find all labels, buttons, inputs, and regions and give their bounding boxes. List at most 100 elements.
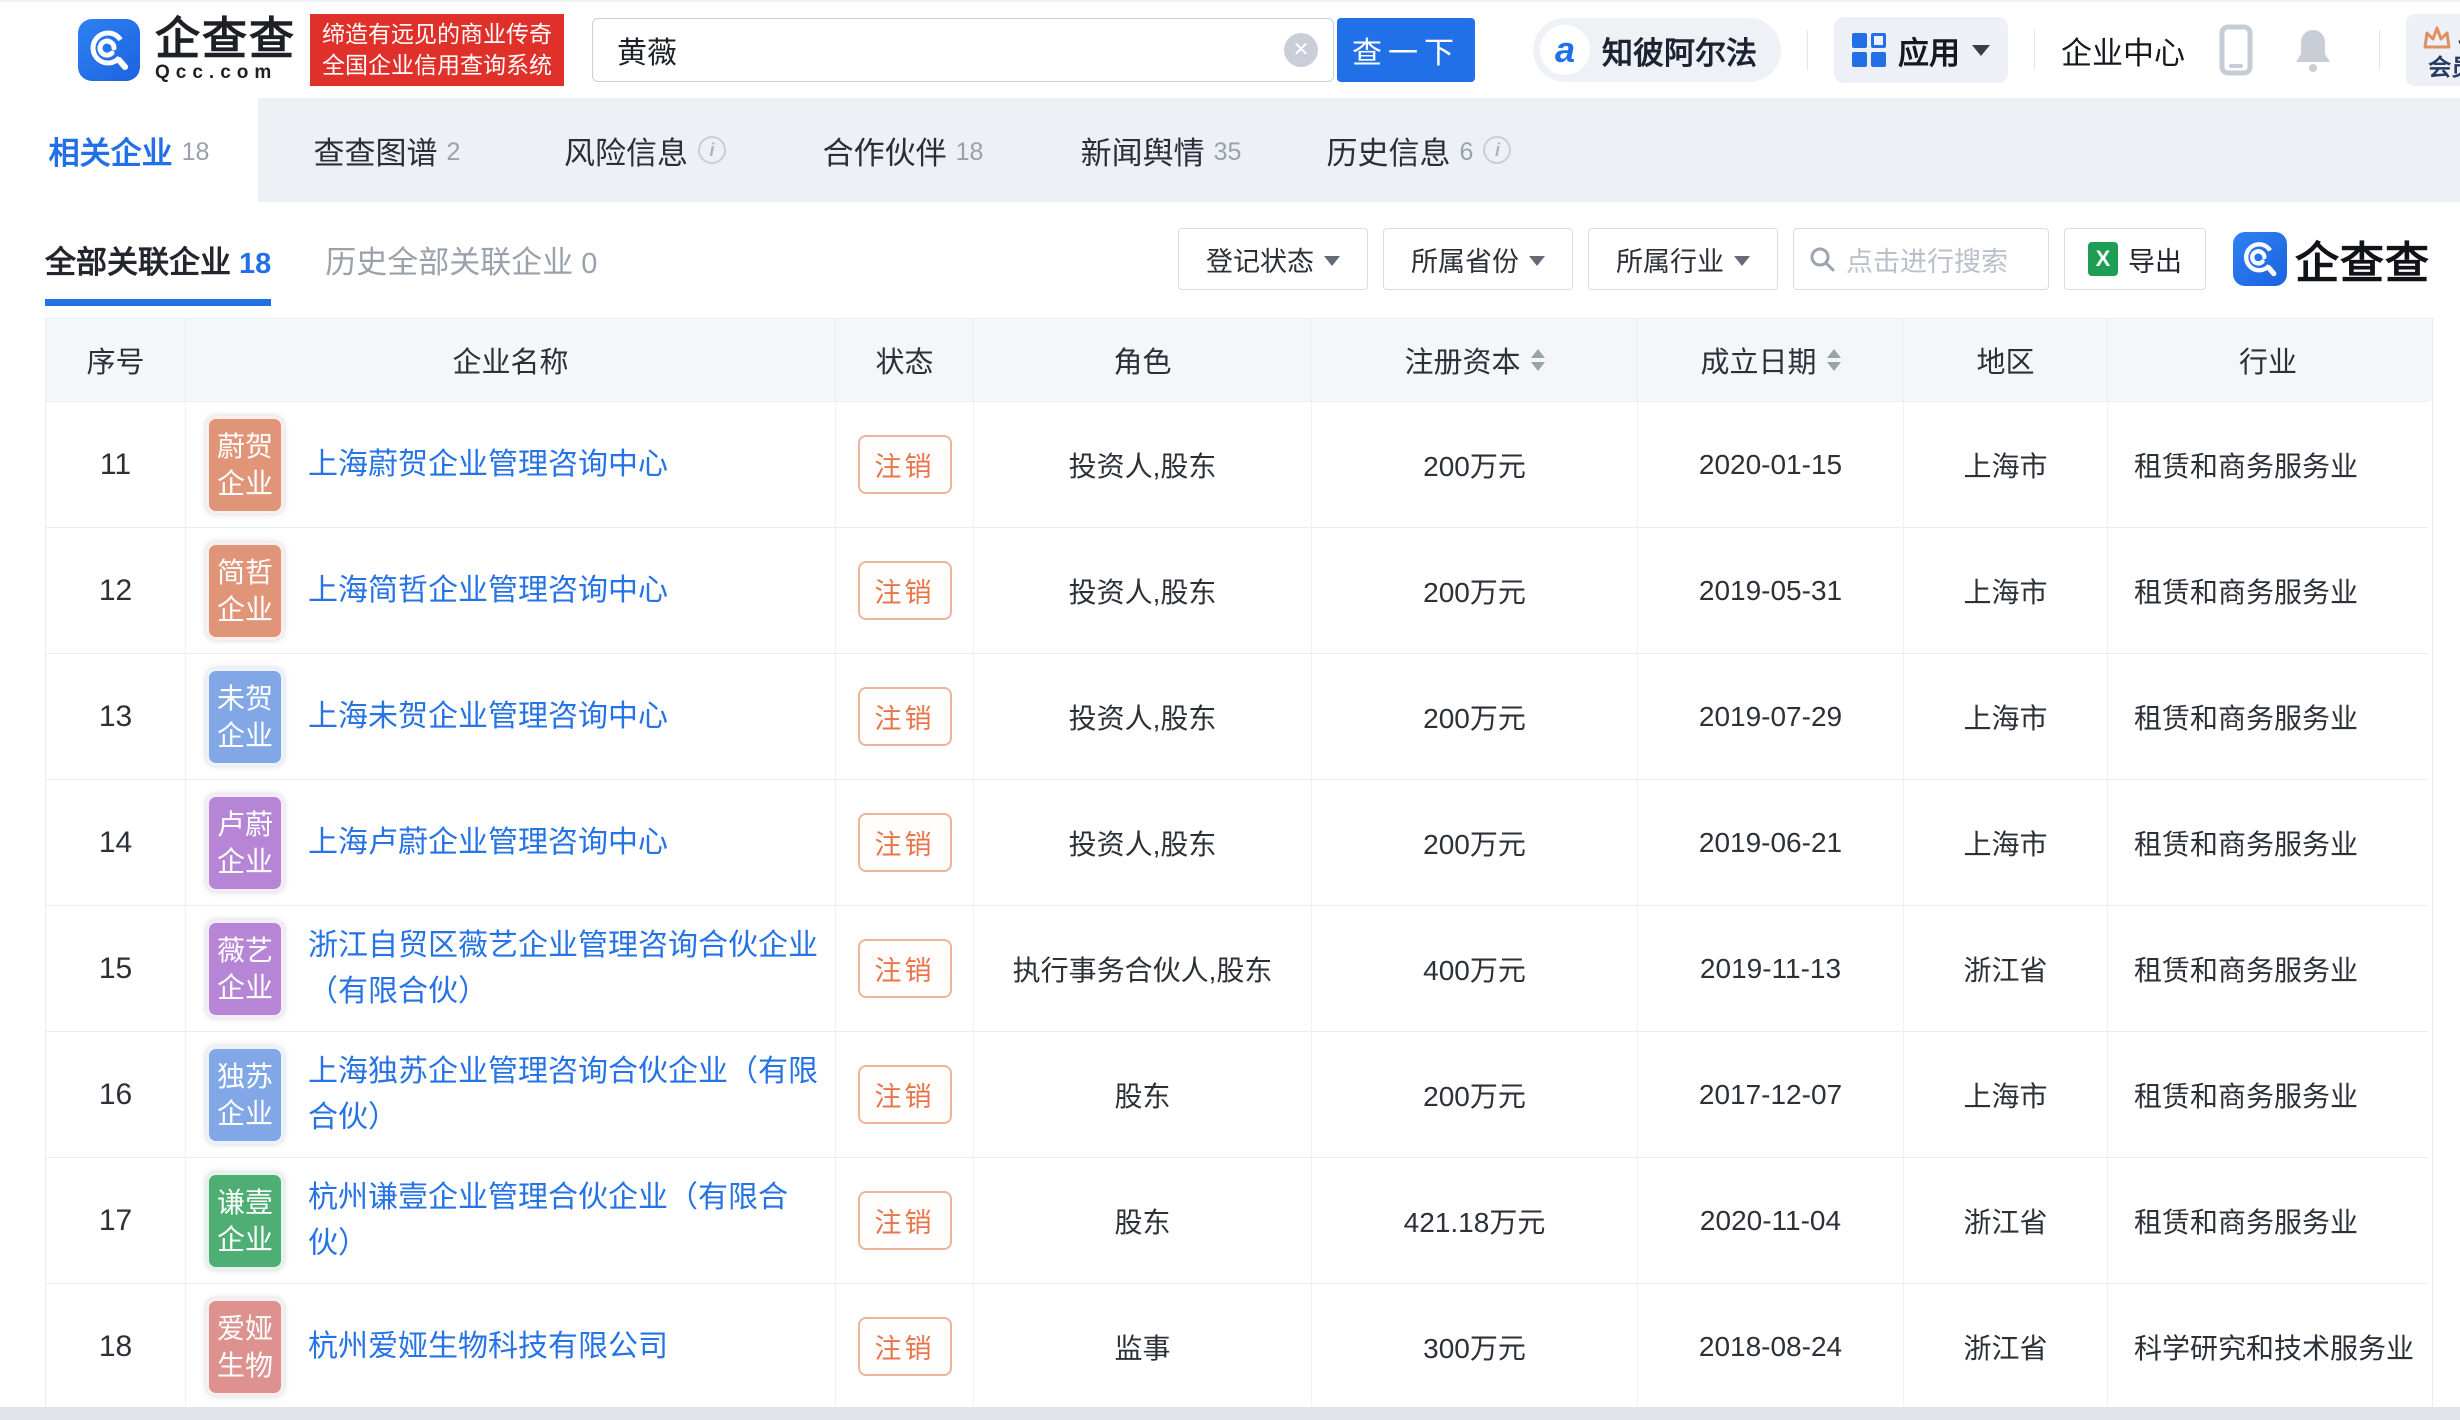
- search-area: ✕: [592, 18, 1335, 82]
- svip-subtitle: 会员服务: [2428, 54, 2460, 80]
- cell-industry: 租赁和商务服务业: [2108, 779, 2428, 905]
- cell-company: 未贺 企业 上海未贺企业管理咨询中心: [186, 653, 836, 779]
- cell-index: 18: [46, 1283, 186, 1409]
- column-label: 地区: [1976, 347, 2035, 379]
- cell-date: 2019-07-29: [1638, 653, 1904, 779]
- brand-domain: Qcc.com: [155, 62, 278, 83]
- cell-company: 爱娅 生物 杭州爱娅生物科技有限公司: [186, 1283, 836, 1409]
- table-search-input[interactable]: 点击进行搜索: [1793, 228, 2049, 290]
- qcc-logo-glyph: [90, 30, 128, 70]
- cell-capital: 400万元: [1312, 905, 1638, 1031]
- divider: [1807, 30, 1809, 70]
- company-name-link[interactable]: 上海蔚贺企业管理咨询中心: [308, 442, 668, 488]
- filter-dropdowns: 登记状态 所属省份 所属行业: [1178, 228, 1778, 290]
- company-name-link[interactable]: 杭州谦壹企业管理合伙企业（有限合伙）: [308, 1175, 827, 1267]
- page: 企查查 Qcc.com 缔造有远见的商业传奇 全国企业信用查询系统 ✕ 查一下 …: [0, 0, 2460, 1420]
- status-badge: 注销: [857, 1191, 952, 1250]
- search-input[interactable]: [592, 18, 1335, 82]
- column-header[interactable]: 成立日期: [1638, 319, 1904, 401]
- info-icon: i: [698, 136, 726, 164]
- svip-member-button[interactable]: SVIP 会员服务: [2406, 14, 2460, 86]
- column-label: 成立日期: [1700, 347, 1817, 379]
- tab-2[interactable]: 风险信息 i: [516, 98, 774, 202]
- company-name-link[interactable]: 上海简哲企业管理咨询中心: [308, 568, 668, 614]
- company-name-link[interactable]: 上海独苏企业管理咨询合伙企业（有限合伙）: [308, 1049, 827, 1141]
- tab-label: 风险信息: [564, 135, 688, 171]
- sub-tab-count: 0: [581, 247, 598, 280]
- status-badge: 注销: [857, 435, 952, 494]
- tab-5[interactable]: 历史信息 6 i: [1290, 98, 1548, 202]
- mobile-app-icon[interactable]: [2219, 24, 2253, 76]
- cell-role: 监事: [974, 1283, 1312, 1409]
- cell-date: 2019-05-31: [1638, 527, 1904, 653]
- corner-brand-text: 企查查: [2295, 239, 2430, 288]
- cell-date: 2017-12-07: [1638, 1031, 1904, 1157]
- qcc-logo-icon[interactable]: [78, 19, 140, 81]
- enterprise-center-link[interactable]: 企业中心: [2061, 28, 2185, 73]
- sub-tab-label: 历史全部关联企业: [325, 244, 574, 280]
- sub-tab-1[interactable]: 历史全部关联企业 0: [325, 237, 597, 282]
- cell-capital: 300万元: [1312, 1283, 1638, 1409]
- company-name-link[interactable]: 上海未贺企业管理咨询中心: [308, 694, 668, 740]
- filter-dropdown-2[interactable]: 所属行业: [1588, 228, 1778, 290]
- company-badge: 卢蔚 企业: [206, 793, 284, 892]
- tab-0[interactable]: 相关企业 18: [0, 98, 258, 202]
- chevron-down-icon: [1972, 44, 1991, 56]
- table-body: 11 蔚贺 企业 上海蔚贺企业管理咨询中心 注销 投资人,股东 200万元 2020-01-1…: [46, 401, 2432, 1409]
- tab-1[interactable]: 查查图谱 2: [258, 98, 516, 202]
- bottom-edge: [0, 1407, 2460, 1420]
- chevron-down-icon: [1529, 255, 1545, 266]
- export-button[interactable]: X 导出: [2064, 228, 2206, 290]
- qcc-logo-icon: [2233, 232, 2287, 286]
- cell-date: 2020-11-04: [1638, 1157, 1904, 1283]
- tab-3[interactable]: 合作伙伴 18: [774, 98, 1032, 202]
- company-name-link[interactable]: 上海卢蔚企业管理咨询中心: [308, 820, 668, 866]
- brand-text[interactable]: 企查查 Qcc.com: [155, 16, 296, 84]
- cell-status: 注销: [836, 779, 974, 905]
- cell-index: 11: [46, 401, 186, 527]
- column-header: 状态: [836, 319, 974, 401]
- cell-region: 上海市: [1904, 527, 2108, 653]
- cell-capital: 200万元: [1312, 401, 1638, 527]
- column-header[interactable]: 注册资本: [1312, 319, 1638, 401]
- top-header: 企查查 Qcc.com 缔造有远见的商业传奇 全国企业信用查询系统 ✕ 查一下 …: [0, 0, 2460, 98]
- sort-icon[interactable]: [1826, 349, 1841, 371]
- cell-date: 2019-11-13: [1638, 905, 1904, 1031]
- company-badge: 未贺 企业: [206, 667, 284, 766]
- cell-industry: 租赁和商务服务业: [2108, 401, 2428, 527]
- cell-index: 13: [46, 653, 186, 779]
- slogan-line1: 缔造有远见的商业传奇: [322, 21, 553, 47]
- table-row: 17 谦壹 企业 杭州谦壹企业管理合伙企业（有限合伙） 注销 股东 421.18万元 2020…: [46, 1157, 2432, 1283]
- zhibi-alpha-button[interactable]: a 知彼阿尔法: [1533, 18, 1782, 82]
- cell-company: 简哲 企业 上海简哲企业管理咨询中心: [186, 527, 836, 653]
- tab-count: 18: [181, 137, 210, 166]
- cell-status: 注销: [836, 401, 974, 527]
- sort-icon[interactable]: [1530, 349, 1545, 371]
- cell-company: 谦壹 企业 杭州谦壹企业管理合伙企业（有限合伙）: [186, 1157, 836, 1283]
- company-name-link[interactable]: 杭州爱娅生物科技有限公司: [308, 1324, 668, 1370]
- table-header-row: 序号 企业名称 状态 角色 注册资本 成立日期 地区 行业: [46, 319, 2432, 401]
- sub-tab-0[interactable]: 全部关联企业 18: [45, 237, 272, 306]
- filter-dropdown-1[interactable]: 所属省份: [1383, 228, 1573, 290]
- search-button[interactable]: 查一下: [1337, 18, 1476, 82]
- apps-menu-button[interactable]: 应用: [1834, 17, 2009, 83]
- apps-grid-icon: [1852, 33, 1887, 67]
- cell-role: 投资人,股东: [974, 653, 1312, 779]
- cell-status: 注销: [836, 905, 974, 1031]
- dropdown-label: 所属省份: [1411, 246, 1519, 277]
- company-name-link[interactable]: 浙江自贸区薇艺企业管理咨询合伙企业（有限合伙）: [308, 923, 827, 1015]
- chevron-down-icon: [1734, 255, 1750, 266]
- tab-4[interactable]: 新闻舆情 35: [1032, 98, 1290, 202]
- table-row: 12 简哲 企业 上海简哲企业管理咨询中心 注销 投资人,股东 200万元 2019-05-3…: [46, 527, 2432, 653]
- clear-search-icon[interactable]: ✕: [1284, 33, 1319, 67]
- notification-bell-icon[interactable]: [2293, 26, 2333, 74]
- cell-region: 上海市: [1904, 779, 2108, 905]
- cell-index: 17: [46, 1157, 186, 1283]
- cell-status: 注销: [836, 1157, 974, 1283]
- slogan-line2: 全国企业信用查询系统: [322, 52, 553, 78]
- column-label: 角色: [1113, 347, 1172, 379]
- column-label: 序号: [86, 347, 145, 379]
- filter-dropdown-0[interactable]: 登记状态: [1178, 228, 1368, 290]
- apps-label: 应用: [1898, 35, 1961, 71]
- alpha-label: 知彼阿尔法: [1602, 35, 1758, 71]
